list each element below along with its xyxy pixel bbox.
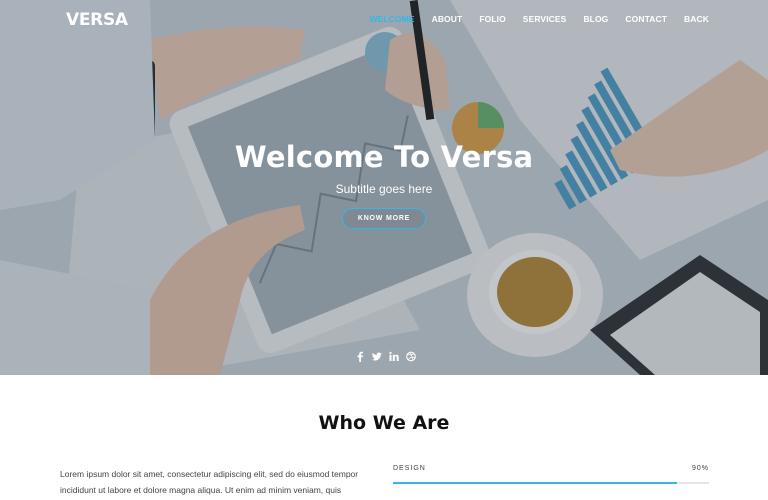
social-links	[355, 351, 416, 362]
hero-title: Welcome To Versa	[234, 140, 534, 174]
facebook-icon[interactable]	[355, 351, 365, 362]
about-paragraph: Lorem ipsum dolor sit amet, consectetur …	[60, 469, 359, 495]
section-title-who-we-are: Who We Are	[318, 412, 450, 434]
skill-fill	[393, 482, 678, 484]
nav-item-services[interactable]: SERVICES	[523, 14, 567, 24]
linkedin-icon[interactable]	[389, 351, 399, 362]
nav-item-about[interactable]: ABOUT	[432, 14, 463, 24]
hero-subtitle: Subtitle goes here	[335, 182, 433, 196]
know-more-button[interactable]: KNOW MORE	[342, 208, 426, 229]
skill-track	[393, 482, 709, 484]
skill-label: DESIGN	[393, 465, 426, 472]
skill-percent: 90%	[691, 465, 709, 472]
skill-bar-design: DESIGN 90%	[393, 465, 709, 484]
brand-logo[interactable]: VERSA	[66, 10, 128, 30]
top-navigation: VERSA WELCOME ABOUT FOLIO SERVICES BLOG …	[0, 0, 768, 38]
nav-menu: WELCOME ABOUT FOLIO SERVICES BLOG CONTAC…	[369, 14, 709, 24]
nav-item-welcome[interactable]: WELCOME	[369, 14, 414, 24]
dribbble-icon[interactable]	[406, 351, 416, 362]
nav-item-back[interactable]: BACK	[684, 14, 709, 24]
nav-item-contact[interactable]: CONTACT	[625, 14, 667, 24]
nav-item-folio[interactable]: FOLIO	[479, 14, 505, 24]
twitter-icon[interactable]	[372, 351, 382, 362]
hero-section: VERSA WELCOME ABOUT FOLIO SERVICES BLOG …	[0, 0, 768, 375]
nav-item-blog[interactable]: BLOG	[583, 14, 608, 24]
